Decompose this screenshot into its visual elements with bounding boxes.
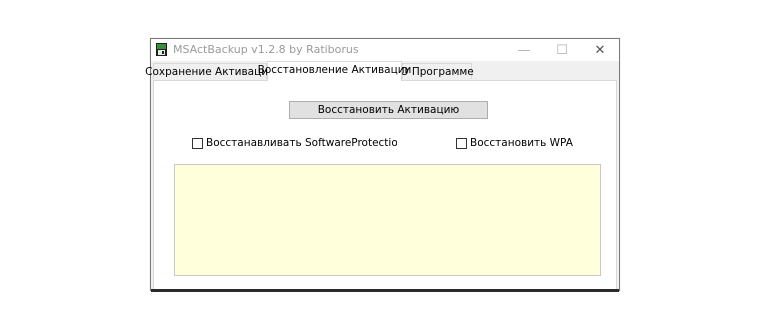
restore-wpa-checkbox[interactable] (456, 137, 467, 149)
restore-spp-label: Восстанавливать SoftwareProtectionPlatfo… (206, 137, 397, 149)
log-output[interactable] (174, 164, 601, 276)
maximize-button[interactable]: ☐ (544, 39, 580, 61)
restore-spp-option[interactable]: Восстанавливать SoftwareProtectionPlatfo… (192, 136, 397, 150)
restore-wpa-label: Восстановить WPA (470, 137, 573, 149)
tab-about[interactable]: О Программе (400, 63, 474, 79)
tab-save-activation[interactable]: Сохранение Активации (145, 63, 275, 79)
minimize-icon: — (517, 42, 531, 58)
window-bottom-border (151, 289, 619, 292)
minimize-button[interactable]: — (506, 39, 542, 61)
maximize-icon: ☐ (556, 42, 568, 58)
close-button[interactable]: ✕ (582, 39, 618, 61)
app-icon (156, 43, 167, 56)
window-title: MSActBackup v1.2.8 by Ratiborus (173, 43, 359, 56)
tab-restore-activation[interactable]: Восстановление Активации (258, 61, 411, 81)
app-window: MSActBackup v1.2.8 by Ratiborus — ☐ ✕ Со… (145, 38, 620, 292)
tab-strip: Сохранение Активации Восстановление Акти… (145, 61, 619, 81)
tab-panel-restore: Восстановить Активацию Восстанавливать S… (153, 80, 617, 290)
title-bar[interactable]: MSActBackup v1.2.8 by Ratiborus — ☐ ✕ (151, 39, 619, 61)
restore-spp-checkbox[interactable] (192, 137, 203, 149)
close-icon: ✕ (594, 42, 606, 58)
restore-activation-button[interactable]: Восстановить Активацию (289, 101, 488, 119)
restore-wpa-option[interactable]: Восстановить WPA (456, 136, 573, 150)
